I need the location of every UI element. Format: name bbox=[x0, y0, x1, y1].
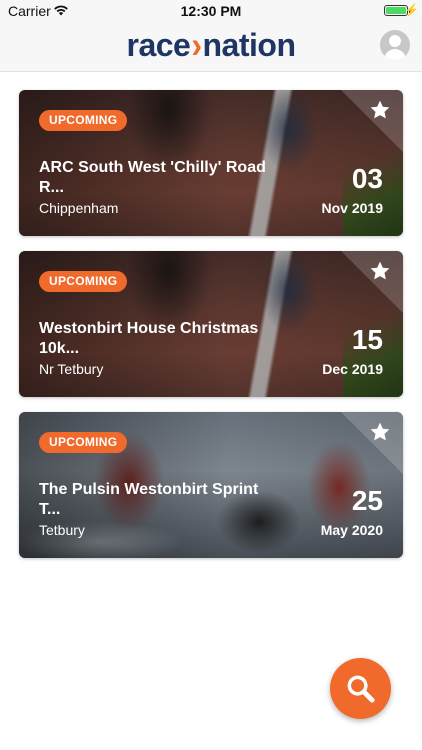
event-day: 25 bbox=[351, 485, 383, 516]
event-location: Nr Tetbury bbox=[39, 361, 104, 377]
event-card[interactable]: UPCOMING The Pulsin Westonbirt Sprint T.… bbox=[19, 412, 403, 558]
charging-icon: ⚡ bbox=[404, 3, 419, 17]
favorite-star-icon[interactable] bbox=[369, 99, 391, 121]
event-day: 15 bbox=[351, 324, 383, 355]
favorite-star-icon[interactable] bbox=[369, 260, 391, 282]
event-location: Tetbury bbox=[39, 522, 85, 538]
nav-bar: race›nation bbox=[0, 22, 422, 72]
status-badge: UPCOMING bbox=[39, 432, 128, 453]
event-card[interactable]: UPCOMING ARC South West 'Chilly' Road R.… bbox=[19, 90, 403, 236]
status-bar: Carrier 12:30 PM ⚡ bbox=[0, 0, 422, 22]
event-day: 03 bbox=[351, 163, 383, 194]
search-icon bbox=[347, 675, 375, 703]
event-card[interactable]: UPCOMING Westonbirt House Christmas 10k.… bbox=[19, 251, 403, 397]
event-month-year: Nov 2019 bbox=[321, 200, 383, 216]
search-button[interactable] bbox=[330, 658, 391, 719]
event-title: ARC South West 'Chilly' Road R... bbox=[39, 159, 266, 196]
event-month-year: Dec 2019 bbox=[322, 361, 383, 377]
status-badge: UPCOMING bbox=[39, 271, 128, 292]
app-logo: race›nation bbox=[126, 24, 296, 66]
status-badge: UPCOMING bbox=[39, 110, 128, 131]
event-month-year: May 2020 bbox=[320, 522, 383, 538]
clock: 12:30 PM bbox=[180, 3, 242, 19]
logo-chevron-icon: › bbox=[191, 24, 202, 66]
event-title: The Pulsin Westonbirt Sprint T... bbox=[39, 481, 259, 518]
favorite-star-icon[interactable] bbox=[369, 421, 391, 443]
event-title: Westonbirt House Christmas 10k... bbox=[39, 320, 259, 357]
profile-avatar-button[interactable] bbox=[380, 30, 410, 60]
event-location: Chippenham bbox=[39, 200, 119, 216]
